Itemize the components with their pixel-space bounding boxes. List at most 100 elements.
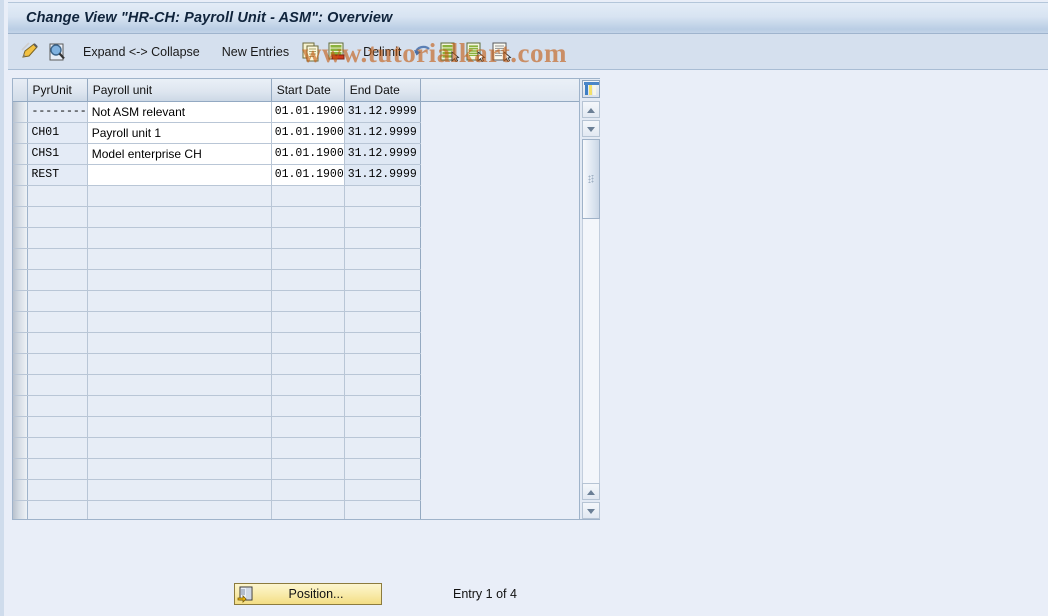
cell-pyrunit[interactable]: REST — [27, 164, 88, 186]
position-button[interactable]: Position... — [234, 583, 382, 605]
table-row-empty[interactable] — [13, 185, 579, 207]
cell-start-date[interactable] — [271, 248, 345, 270]
cell-end-date[interactable] — [344, 416, 421, 438]
row-selector[interactable] — [13, 269, 28, 291]
cell-pyrunit[interactable]: CHS1 — [27, 143, 88, 165]
scroll-page-down-button[interactable] — [582, 502, 600, 519]
cell-end-date[interactable] — [344, 290, 421, 312]
cell-start-date[interactable] — [271, 227, 345, 249]
details-icon[interactable] — [46, 41, 68, 63]
column-header-end-date[interactable]: End Date — [344, 79, 421, 102]
row-selector[interactable] — [13, 437, 28, 459]
table-row-empty[interactable] — [13, 395, 579, 417]
cell-pyrunit[interactable] — [27, 458, 88, 480]
table-row-empty[interactable] — [13, 269, 579, 291]
cell-end-date[interactable] — [344, 500, 421, 519]
cell-payroll-unit[interactable]: Payroll unit 1 — [87, 122, 272, 144]
vertical-scrollbar-track[interactable] — [582, 139, 600, 492]
cell-pyrunit[interactable] — [27, 269, 88, 291]
cell-end-date[interactable] — [344, 395, 421, 417]
row-selector[interactable] — [13, 353, 28, 375]
delete-icon[interactable] — [326, 41, 348, 63]
cell-start-date[interactable] — [271, 353, 345, 375]
table-row[interactable]: CH01 Payroll unit 1 01.01.1900 31.12.9999 — [13, 122, 579, 144]
row-selector[interactable] — [13, 500, 28, 519]
column-header-start-date[interactable]: Start Date — [271, 79, 345, 102]
row-selector[interactable] — [13, 248, 28, 270]
row-selector[interactable] — [13, 332, 28, 354]
cell-pyrunit[interactable] — [27, 290, 88, 312]
table-row-empty[interactable] — [13, 290, 579, 312]
row-selector[interactable] — [13, 479, 28, 501]
cell-payroll-unit[interactable] — [87, 458, 272, 480]
row-selector[interactable] — [13, 164, 28, 186]
table-row-empty[interactable] — [13, 437, 579, 459]
cell-start-date[interactable] — [271, 395, 345, 417]
delimit-button[interactable]: Delimit — [358, 43, 406, 61]
cell-end-date[interactable]: 31.12.9999 — [344, 122, 421, 144]
row-selector[interactable] — [13, 311, 28, 333]
row-selector[interactable] — [13, 227, 28, 249]
cell-start-date[interactable]: 01.01.1900 — [271, 101, 345, 123]
cell-payroll-unit[interactable] — [87, 332, 272, 354]
cell-end-date[interactable] — [344, 437, 421, 459]
cell-end-date[interactable]: 31.12.9999 — [344, 143, 421, 165]
table-row[interactable]: -------- Not ASM relevant 01.01.1900 31.12.… — [13, 101, 579, 123]
cell-start-date[interactable] — [271, 458, 345, 480]
cell-end-date[interactable] — [344, 374, 421, 396]
cell-end-date[interactable]: 31.12.9999 — [344, 164, 421, 186]
cell-pyrunit[interactable] — [27, 311, 88, 333]
cell-pyrunit[interactable] — [27, 395, 88, 417]
print-preview-icon[interactable] — [490, 41, 512, 63]
cell-end-date[interactable] — [344, 269, 421, 291]
cell-start-date[interactable] — [271, 185, 345, 207]
row-selector[interactable] — [13, 101, 28, 123]
cell-end-date[interactable] — [344, 227, 421, 249]
row-selector[interactable] — [13, 374, 28, 396]
cell-start-date[interactable] — [271, 437, 345, 459]
table-row-empty[interactable] — [13, 248, 579, 270]
cell-start-date[interactable] — [271, 332, 345, 354]
cell-pyrunit[interactable] — [27, 500, 88, 519]
cell-payroll-unit[interactable]: Not ASM relevant — [87, 101, 272, 123]
cell-start-date[interactable] — [271, 269, 345, 291]
cell-payroll-unit[interactable] — [87, 353, 272, 375]
table-row-empty[interactable] — [13, 374, 579, 396]
new-entries-button[interactable]: New Entries — [217, 43, 294, 61]
table-row-empty[interactable] — [13, 479, 579, 501]
row-selector[interactable] — [13, 458, 28, 480]
cell-end-date[interactable] — [344, 248, 421, 270]
scroll-up-button[interactable] — [582, 101, 600, 118]
row-selector[interactable] — [13, 122, 28, 144]
cell-payroll-unit[interactable] — [87, 374, 272, 396]
cell-start-date[interactable]: 01.01.1900 — [271, 122, 345, 144]
row-selector[interactable] — [13, 206, 28, 228]
table-row-empty[interactable] — [13, 458, 579, 480]
cell-payroll-unit[interactable] — [87, 269, 272, 291]
select-all-column-header[interactable] — [13, 79, 28, 102]
cell-pyrunit[interactable] — [27, 437, 88, 459]
cell-payroll-unit[interactable] — [87, 248, 272, 270]
row-selector[interactable] — [13, 143, 28, 165]
cell-payroll-unit[interactable] — [87, 479, 272, 501]
select-all-icon[interactable] — [438, 41, 460, 63]
cell-end-date[interactable] — [344, 353, 421, 375]
cell-payroll-unit[interactable] — [87, 311, 272, 333]
cell-pyrunit[interactable] — [27, 206, 88, 228]
table-settings-icon[interactable] — [582, 80, 600, 98]
table-row-empty[interactable] — [13, 332, 579, 354]
cell-pyrunit[interactable] — [27, 353, 88, 375]
table-row-empty[interactable] — [13, 227, 579, 249]
cell-end-date[interactable] — [344, 206, 421, 228]
cell-start-date[interactable]: 01.01.1900 — [271, 143, 345, 165]
cell-pyrunit[interactable]: CH01 — [27, 122, 88, 144]
cell-start-date[interactable]: 01.01.1900 — [271, 164, 345, 186]
undo-icon[interactable] — [412, 41, 434, 63]
column-header-pyrunit[interactable]: PyrUnit — [27, 79, 88, 102]
table-row-empty[interactable] — [13, 311, 579, 333]
cell-pyrunit[interactable]: -------- — [27, 101, 88, 123]
copy-as-icon[interactable] — [300, 41, 322, 63]
cell-payroll-unit[interactable] — [87, 227, 272, 249]
column-header-payroll-unit[interactable]: Payroll unit — [87, 79, 272, 102]
table-row-empty[interactable] — [13, 500, 579, 519]
